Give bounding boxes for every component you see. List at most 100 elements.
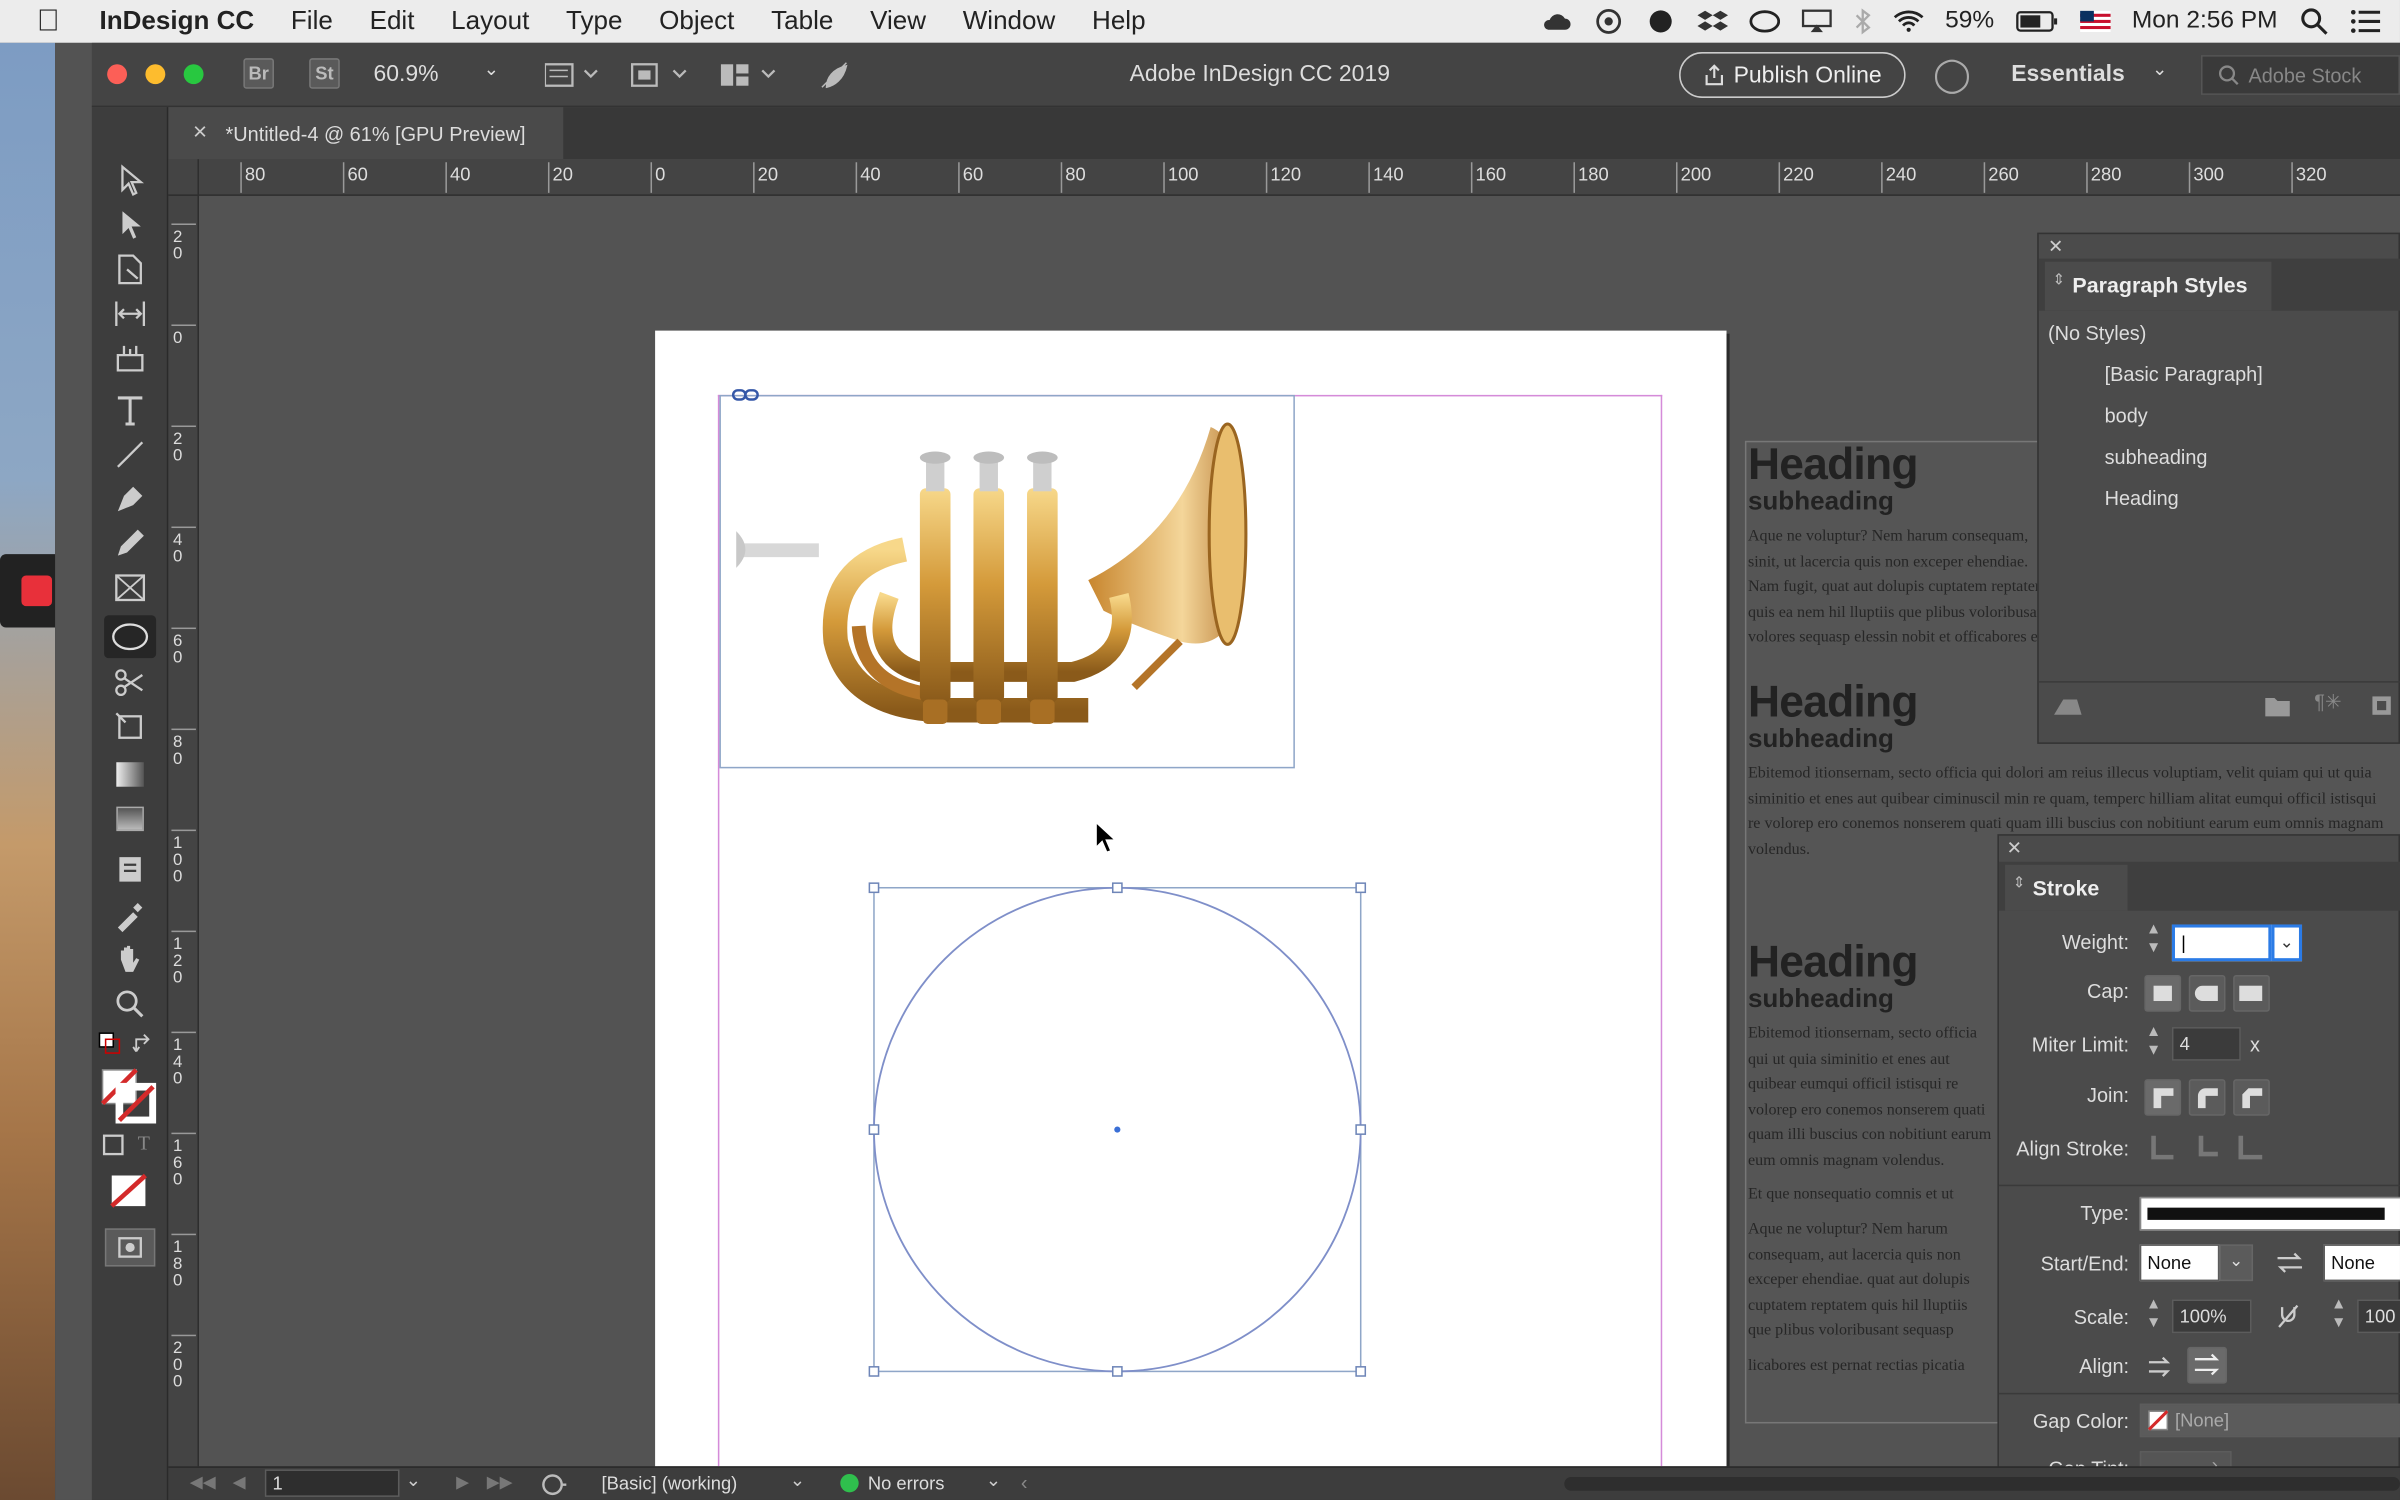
gpu-performance-icon[interactable]	[817, 58, 851, 92]
gradient-feather-tool-icon[interactable]	[110, 801, 150, 838]
document-tab[interactable]: × *Untitled-4 @ 61% [GPU Preview]	[168, 107, 564, 160]
menu-type[interactable]: Type	[548, 6, 641, 37]
dropbox-icon[interactable]	[1697, 8, 1728, 36]
menu-table[interactable]: Table	[753, 6, 852, 37]
clear-overrides-icon[interactable]: ¶✳	[2314, 690, 2341, 714]
bevel-join-button[interactable]	[2233, 1079, 2270, 1116]
scale-end-input[interactable]: 100	[2357, 1299, 2400, 1334]
eyedropper-tool-icon[interactable]	[110, 897, 150, 934]
vertical-ruler[interactable]: 20 0 20 40 60 80 100 120 140 160 180 200	[168, 195, 199, 1467]
fill-stroke-swatch-icon[interactable]	[101, 1068, 157, 1124]
bluetooth-icon[interactable]	[1853, 8, 1871, 36]
menu-layout[interactable]: Layout	[433, 6, 548, 37]
pencil-tool-icon[interactable]	[110, 525, 150, 562]
extend-arrow-tip-icon[interactable]	[2146, 1353, 2174, 1381]
arrange-documents-icon[interactable]	[719, 61, 783, 89]
miter-join-button[interactable]	[2144, 1079, 2182, 1116]
ruler-origin[interactable]	[168, 159, 199, 196]
miter-stepper-icon[interactable]: ▲ ▼	[2143, 1024, 2164, 1064]
content-collector-tool-icon[interactable]	[110, 340, 150, 377]
round-join-button[interactable]	[2188, 1079, 2226, 1116]
next-page-icon[interactable]: ▶	[456, 1472, 469, 1492]
butt-cap-button[interactable]	[2144, 974, 2182, 1012]
publish-online-button[interactable]: Publish Online	[1679, 52, 1906, 98]
preflight-profile-chevron-icon[interactable]: ⌄	[790, 1469, 805, 1490]
window-zoom-button[interactable]	[183, 64, 204, 85]
scale-start-stepper-icon[interactable]: ▲ ▼	[2143, 1296, 2164, 1336]
selected-ellipse[interactable]	[866, 880, 1371, 1379]
menu-edit[interactable]: Edit	[351, 6, 433, 37]
image-frame[interactable]	[719, 394, 1295, 769]
style-group-icon[interactable]	[2051, 693, 2085, 717]
wifi-icon[interactable]	[1893, 9, 1924, 33]
last-page-icon[interactable]: ▶▶	[487, 1472, 513, 1492]
new-folder-icon[interactable]	[2264, 693, 2292, 717]
line-tool-icon[interactable]	[110, 436, 150, 473]
gradient-swatch-tool-icon[interactable]	[110, 756, 150, 793]
end-arrowhead-select[interactable]: None	[2323, 1244, 2400, 1282]
menu-help[interactable]: Help	[1074, 6, 1164, 37]
formatting-affects-container-icon[interactable]	[101, 1133, 125, 1157]
miter-limit-input[interactable]: 4	[2171, 1027, 2241, 1061]
link-badge-icon[interactable]	[731, 386, 760, 404]
style-row[interactable]: [Basic Paragraph]	[2105, 363, 2263, 386]
menu-view[interactable]: View	[852, 6, 945, 37]
open-page-icon[interactable]	[540, 1472, 568, 1496]
preflight-menu-chevron-icon[interactable]: ⌄	[986, 1469, 1001, 1490]
spotlight-search-icon[interactable]	[2299, 8, 2330, 36]
bridge-button[interactable]: Br	[243, 58, 274, 89]
scissors-tool-icon[interactable]	[110, 664, 150, 701]
scale-end-stepper-icon[interactable]: ▲ ▼	[2328, 1296, 2349, 1336]
free-transform-tool-icon[interactable]	[110, 709, 150, 746]
input-source-flag-icon[interactable]	[2079, 10, 2111, 33]
note-tool-icon[interactable]	[110, 851, 150, 888]
apply-none-icon[interactable]	[107, 1172, 153, 1212]
panel-close-icon[interactable]: ✕	[2048, 236, 2063, 257]
page-dropdown-chevron-icon[interactable]: ⌄	[406, 1469, 421, 1490]
apple-menu-icon[interactable]: 	[0, 4, 78, 39]
scroll-left-icon[interactable]: ‹	[1021, 1471, 1028, 1494]
align-stroke-outside-icon[interactable]	[2238, 1133, 2266, 1161]
first-page-icon[interactable]: ◀◀	[190, 1472, 216, 1492]
screen-mode-tool-icon[interactable]	[104, 1228, 156, 1268]
direct-selection-tool-icon[interactable]	[110, 207, 150, 244]
horizontal-scrollbar[interactable]	[1564, 1477, 2400, 1491]
pen-tool-icon[interactable]	[110, 481, 150, 518]
page-number-input[interactable]: 1	[264, 1469, 400, 1497]
previous-page-icon[interactable]: ◀	[233, 1472, 246, 1492]
menubar-clock[interactable]: Mon 2:56 PM	[2132, 8, 2278, 36]
hand-tool-icon[interactable]	[110, 941, 150, 978]
style-row[interactable]: subheading	[2105, 445, 2208, 468]
style-row-no-styles[interactable]: (No Styles)	[2048, 321, 2146, 344]
zoom-tool-icon[interactable]	[110, 986, 150, 1023]
weight-stepper-icon[interactable]: ▲ ▼	[2143, 921, 2164, 961]
creative-cloud-tray-icon[interactable]	[1749, 9, 1780, 33]
stock-button[interactable]: St	[309, 58, 340, 89]
align-stroke-center-icon[interactable]	[2149, 1133, 2177, 1161]
panel-close-icon[interactable]: ✕	[2007, 837, 2022, 858]
view-options-icon[interactable]	[544, 61, 606, 89]
scale-start-input[interactable]: 100%	[2171, 1299, 2252, 1334]
place-arrow-tip-button[interactable]	[2187, 1346, 2228, 1384]
preflight-profile[interactable]: [Basic] (working)	[602, 1472, 738, 1493]
app-menu[interactable]: InDesign CC	[78, 6, 272, 37]
workspace-chevron-icon[interactable]: ⌄	[2152, 58, 2167, 79]
gap-color-select[interactable]: [None]	[2139, 1403, 2400, 1438]
evernote-icon[interactable]	[1645, 8, 1676, 36]
selection-tool-icon[interactable]	[110, 162, 150, 199]
align-stroke-inside-icon[interactable]	[2193, 1133, 2221, 1161]
menu-file[interactable]: File	[273, 6, 352, 37]
page-tool-icon[interactable]	[110, 251, 150, 288]
formatting-affects-text-icon[interactable]: T	[132, 1130, 156, 1158]
close-tab-icon[interactable]: ×	[193, 119, 207, 147]
panel-collapse-icon[interactable]: ⇕	[2013, 876, 2026, 893]
start-arrowhead-select[interactable]: None	[2139, 1244, 2220, 1282]
menu-window[interactable]: Window	[944, 6, 1073, 37]
new-style-icon[interactable]	[2369, 693, 2393, 717]
round-cap-button[interactable]	[2188, 974, 2226, 1012]
notification-center-icon[interactable]	[2351, 9, 2382, 33]
start-dropdown-chevron-icon[interactable]: ⌄	[2219, 1244, 2254, 1282]
projecting-cap-button[interactable]	[2233, 974, 2270, 1012]
style-row[interactable]: body	[2105, 404, 2148, 427]
window-minimize-button[interactable]	[145, 64, 166, 85]
